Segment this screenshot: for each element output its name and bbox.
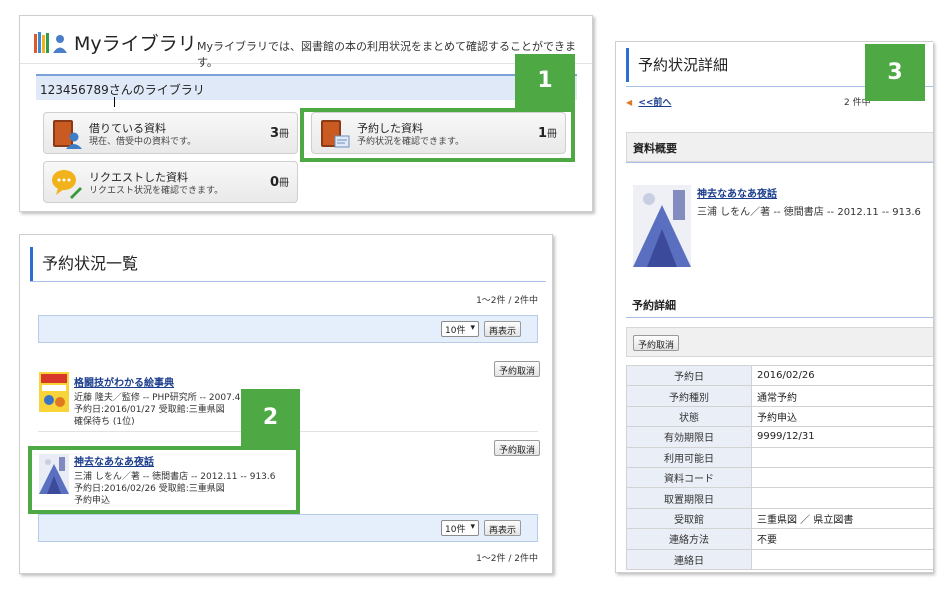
detail-row: 連絡方法 不要: [626, 528, 933, 550]
pager-bar-bottom: 10件 ▾ 再表示: [38, 514, 538, 542]
redisplay-button-top[interactable]: 再表示: [483, 321, 521, 337]
tile-borrowed[interactable]: 借りている資料 現在、借受中の資料です。 3冊: [43, 112, 298, 154]
highlight-reservation-item: [28, 446, 300, 514]
borrowed-books-icon: [53, 120, 82, 149]
prev-link[interactable]: <<前へ: [638, 98, 671, 108]
cancel-reservation-button-1[interactable]: 予約取消: [493, 361, 540, 377]
prev-nav: ◀ <<前へ: [626, 95, 671, 108]
step-badge-1: 1: [515, 54, 575, 108]
title-underline: [30, 281, 546, 282]
reservation-detail-panel: 予約状況詳細 ◀ <<前へ 2 件中 資料概要 神去なあなあ夜話 三浦 しをん／…: [615, 41, 933, 573]
book-cover-1: [39, 372, 69, 412]
tile-request-sub: リクエスト状況を確認できます。: [89, 186, 224, 196]
detail-row: 取置期限日: [626, 487, 933, 509]
chevron-down-icon: ▾: [470, 323, 475, 333]
summary-underline: [626, 162, 933, 163]
detail-row: 利用可能日: [626, 446, 933, 468]
detail-cancel-button[interactable]: 予約取消: [633, 335, 680, 351]
detail-book-title-link[interactable]: 神去なあなあ夜話: [697, 185, 777, 200]
per-page-select-top[interactable]: 10件 ▾: [441, 321, 479, 337]
step-badge-2: 2: [241, 389, 300, 446]
item-title-link-1[interactable]: 格闘技がわかる絵事典: [74, 374, 174, 389]
user-library-bar: 123456789さんのライブラリ: [36, 74, 577, 100]
detail-row: 受取館 三重県図 ／ 県立図書: [626, 507, 933, 530]
cancel-band: 予約取消: [626, 327, 933, 357]
per-page-select-bottom[interactable]: 10件 ▾: [441, 520, 479, 536]
detail-row: 予約種別 通常予約: [626, 385, 933, 407]
highlight-reserved-tile: [300, 108, 575, 162]
reservation-detail-table: 予約日 2016/02/26 予約種別 通常予約 状態 予約申込 有効期限日 9999/…: [626, 364, 933, 570]
text-cursor: [114, 97, 115, 107]
reservation-detail-title: 予約状況詳細: [626, 48, 728, 82]
tile-borrowed-count: 3冊: [269, 126, 289, 141]
tile-borrowed-sub: 現在、借受中の資料です。: [89, 137, 197, 147]
result-count-top: 1～2件 / 2件中: [476, 296, 538, 306]
reservation-list-title: 予約状況一覧: [30, 247, 138, 281]
item-status-1: 確保待ち (1位): [74, 417, 135, 427]
detail-row: 状態 予約申込: [626, 405, 933, 428]
page-title: Myライブラリ: [74, 33, 197, 55]
detail-heading: 予約詳細: [632, 299, 676, 312]
detail-underline: [626, 317, 933, 318]
redisplay-button-bottom[interactable]: 再表示: [483, 520, 521, 536]
detail-row: 予約日 2016/02/26: [626, 364, 933, 387]
detail-row: 資料コード: [626, 466, 933, 489]
tile-request[interactable]: リクエストした資料 リクエスト状況を確認できます。 0冊: [43, 161, 298, 203]
summary-band: 資料概要: [626, 132, 933, 162]
summary-heading: 資料概要: [633, 142, 677, 155]
detail-row: 有効期限日 9999/12/31: [626, 426, 933, 448]
user-id: 123456789: [40, 83, 109, 97]
user-library-label: 123456789さんのライブラリ: [40, 81, 205, 98]
tile-request-count: 0冊: [269, 175, 289, 190]
library-logo-icon: [34, 32, 67, 53]
pager-bar-top: 10件 ▾ 再表示: [38, 315, 538, 343]
detail-book-info: 三浦 しをん／著 -- 徳間書店 -- 2012.11 -- 913.6: [697, 207, 921, 218]
triangle-left-icon: ◀: [626, 98, 633, 107]
step-badge-3: 3: [865, 44, 925, 101]
request-chat-icon: [52, 170, 82, 199]
cancel-reservation-button-2[interactable]: 予約取消: [493, 440, 540, 456]
user-suffix: さんのライブラリ: [108, 83, 205, 97]
chevron-down-icon: ▾: [470, 522, 475, 532]
result-count-bottom: 1～2件 / 2件中: [476, 554, 538, 564]
detail-row: 連絡日: [626, 548, 933, 570]
book-cover-detail: [633, 185, 691, 267]
mylibrary-header: Myライブラリ Myライブラリでは、図書館の本の利用状況をまとめて確認することが…: [20, 16, 592, 69]
